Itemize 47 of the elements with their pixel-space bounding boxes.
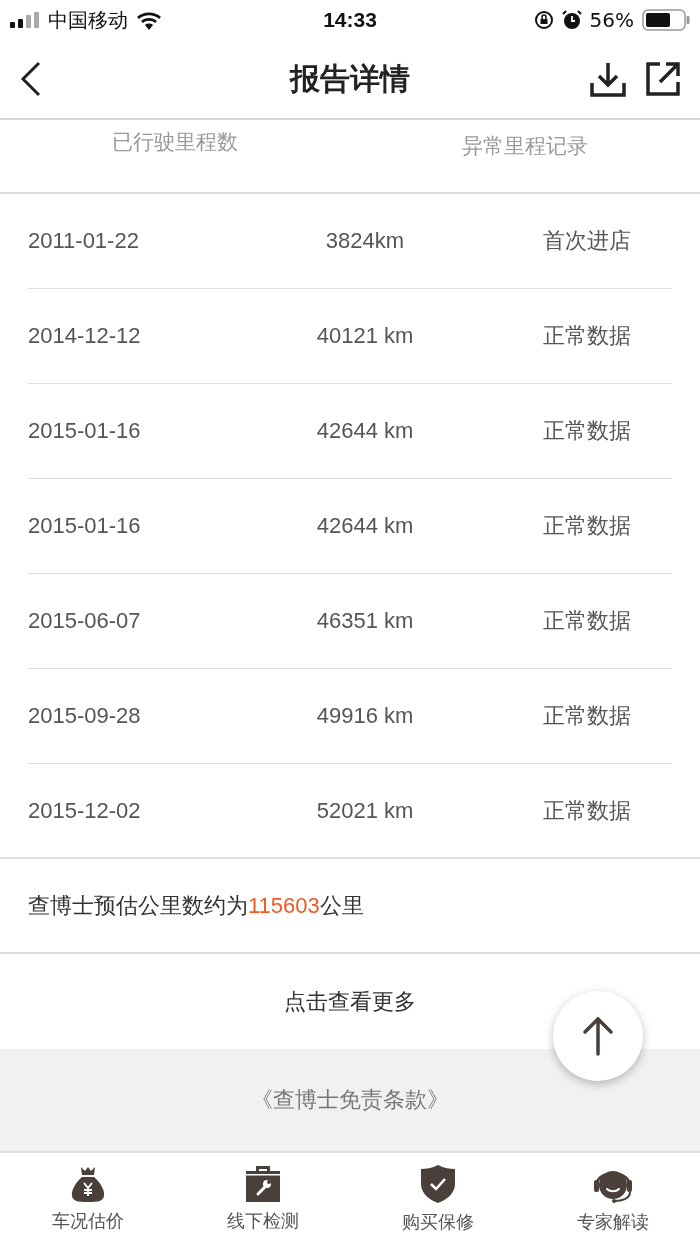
status-cell-text: 首次进店 bbox=[542, 227, 632, 255]
status-cell-text: 正常数据 bbox=[542, 796, 632, 825]
share-icon[interactable] bbox=[646, 62, 680, 96]
download-icon[interactable] bbox=[590, 61, 626, 97]
signal-icon bbox=[10, 12, 40, 28]
scroll-top-button[interactable] bbox=[553, 991, 643, 1081]
date-cell-text: 2015-01-16 bbox=[28, 418, 142, 444]
date-cell-text: 2014-12-12 bbox=[28, 323, 142, 349]
mileage-cell-text: 46351 km bbox=[315, 608, 415, 634]
estimate-text: 查博士预估公里数约为115603公里 bbox=[28, 891, 364, 920]
mileage-cell-text: 42644 km bbox=[315, 513, 415, 539]
date-cell-text: 2015-01-16 bbox=[28, 513, 142, 539]
tab-bar-item[interactable]: 线下检测 bbox=[175, 1153, 350, 1244]
back-icon[interactable] bbox=[20, 61, 42, 97]
mileage-cell-text: 42644 km bbox=[315, 418, 415, 444]
disclaimer-link[interactable]: 《查博士免责条款》 bbox=[251, 1085, 449, 1115]
status-cell-text: 正常数据 bbox=[542, 702, 632, 730]
shield-check-icon bbox=[419, 1163, 456, 1204]
wifi-icon bbox=[136, 10, 162, 30]
arrow-up-icon bbox=[582, 1016, 614, 1056]
mileage-cell-text: 3824km bbox=[324, 228, 406, 254]
status-cell-text: 正常数据 bbox=[542, 607, 632, 635]
status-cell-text: 正常数据 bbox=[542, 417, 632, 445]
battery-percent: 56% bbox=[589, 8, 634, 32]
status-time: 14:33 bbox=[323, 8, 377, 32]
status-cell-text: 正常数据 bbox=[542, 322, 632, 350]
date-cell-text: 2015-06-07 bbox=[28, 608, 142, 634]
date-cell-text: 2015-09-28 bbox=[28, 703, 142, 729]
view-more-link[interactable]: 点击查看更多 bbox=[284, 986, 416, 1017]
mileage-cell-text: 49916 km bbox=[315, 703, 415, 729]
date-cell-text: 2015-12-02 bbox=[28, 797, 142, 824]
mileage-cell-text: 52021 km bbox=[315, 797, 415, 824]
tab-bar-item[interactable]: 专家解读 bbox=[525, 1153, 700, 1244]
rotation-lock-icon bbox=[533, 10, 554, 30]
column-header: 异常里程记录 bbox=[461, 133, 589, 160]
carrier-name: 中国移动 bbox=[48, 6, 128, 34]
toolbox-icon bbox=[243, 1164, 282, 1203]
alarm-icon bbox=[561, 10, 582, 30]
column-header: 已行驶里程数 bbox=[111, 129, 239, 156]
status-cell-text: 正常数据 bbox=[542, 512, 632, 540]
tab-bar-item[interactable]: 购买保修 bbox=[350, 1153, 525, 1244]
battery-icon bbox=[642, 9, 690, 31]
tab-bar-item[interactable]: 车况估价 bbox=[0, 1153, 175, 1244]
mileage-cell-text: 40121 km bbox=[315, 323, 415, 349]
page-title: 报告详情 bbox=[288, 59, 411, 98]
date-cell-text: 2011-01-22 bbox=[28, 228, 140, 254]
money-bag-icon bbox=[70, 1164, 105, 1203]
